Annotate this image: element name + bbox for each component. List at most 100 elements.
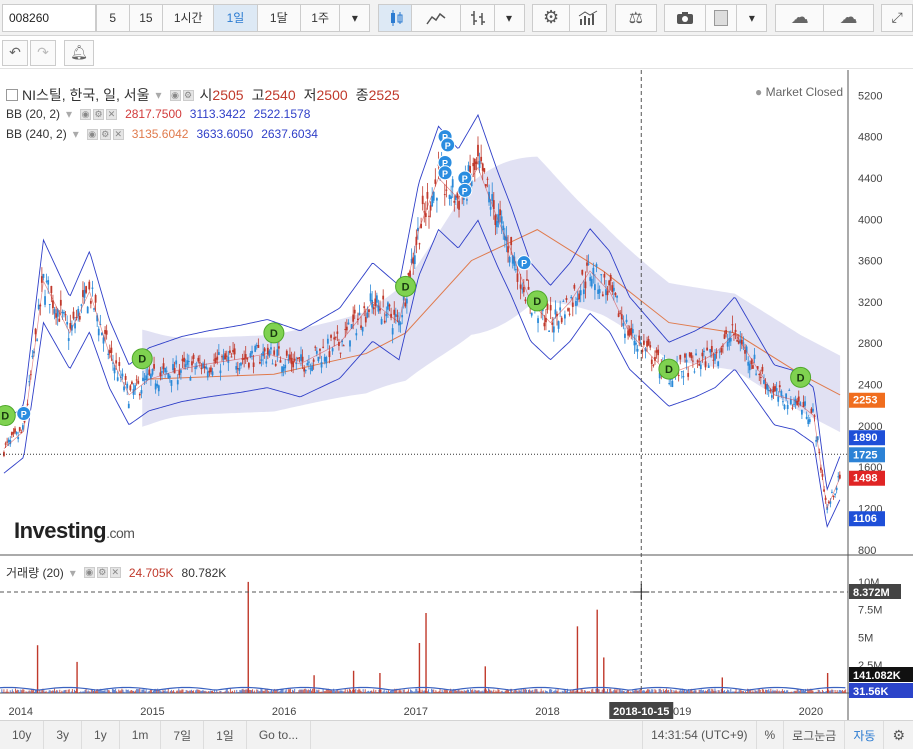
bb2-label: BB (240, 2) — [6, 127, 67, 141]
candle-body — [570, 296, 573, 299]
chart-area[interactable]: D P D D D P P P P P P P D D D 800 1200 1600 2000 2400 2800 32… — [0, 70, 913, 720]
fullscreen-button[interactable]: ⤢ — [881, 3, 913, 32]
candle-body — [643, 340, 645, 345]
indicators-button[interactable] — [569, 3, 608, 32]
bell-plus-icon: 🔔︎ — [70, 44, 88, 60]
volume-bar — [745, 691, 747, 693]
volume-value-1: 24.705K — [128, 565, 174, 580]
compare-button[interactable]: ⚖ — [615, 3, 657, 32]
chevron-down-icon[interactable]: ▾ — [70, 566, 76, 580]
candle-body — [298, 357, 301, 359]
eye-icon[interactable]: ◉ — [86, 128, 98, 140]
close-icon[interactable]: ✕ — [106, 108, 118, 120]
color-dropdown[interactable]: ▾ — [737, 3, 768, 32]
volume-bar — [128, 691, 130, 693]
chart-settings-button[interactable]: ⚙ — [883, 721, 913, 749]
chevron-down-icon[interactable]: ▾ — [66, 107, 72, 121]
volume-bar — [240, 690, 242, 693]
candle-body — [603, 273, 606, 278]
candles-button[interactable] — [378, 3, 412, 32]
candle-body — [466, 199, 468, 201]
volume-bar — [747, 688, 749, 693]
gear-icon[interactable]: ⚙ — [182, 89, 194, 101]
range-1y[interactable]: 1y — [82, 721, 120, 749]
volume-bar — [391, 690, 393, 693]
area-chart-button[interactable] — [411, 3, 461, 32]
save-layout-button[interactable]: ☁ — [824, 3, 874, 32]
candle-body — [835, 487, 838, 491]
logo-suffix: .com — [106, 525, 135, 541]
volume-bar — [529, 689, 531, 693]
color-button[interactable] — [705, 3, 738, 32]
bb1-label: BB (20, 2) — [6, 107, 61, 121]
volume-bar — [272, 691, 274, 693]
candle-body — [764, 383, 767, 389]
candle-body — [499, 209, 502, 216]
range-3y[interactable]: 3y — [44, 721, 83, 749]
range-7d[interactable]: 7일 — [161, 721, 205, 749]
chevron-down-icon[interactable]: ▾ — [156, 88, 162, 102]
volume-bar — [279, 691, 281, 693]
interval-1month[interactable]: 1달 — [257, 3, 301, 32]
candle-body — [565, 298, 568, 300]
low-label: 저 — [303, 87, 317, 103]
eye-icon[interactable]: ◉ — [83, 567, 95, 578]
volume-bar — [221, 692, 223, 693]
volume-bar — [423, 690, 425, 693]
volume-bar — [269, 691, 271, 693]
candle-body — [791, 407, 794, 409]
bars-button[interactable] — [460, 3, 495, 32]
eye-icon[interactable]: ◉ — [80, 108, 92, 120]
candle-body — [451, 179, 454, 188]
status-dot-icon: ● — [755, 85, 763, 99]
add-alert-button[interactable]: 🔔︎ — [64, 39, 94, 66]
volume-bar — [413, 691, 415, 693]
volume-bar — [131, 690, 133, 693]
screenshot-button[interactable] — [664, 3, 706, 32]
log-scale-toggle[interactable]: 로그눈금 — [783, 721, 844, 749]
volume-bar — [147, 691, 149, 693]
auto-scale-toggle[interactable]: 자동 — [844, 721, 883, 749]
collapse-icon[interactable] — [6, 89, 18, 101]
volume-bar — [236, 689, 238, 693]
redo-button[interactable]: ↷ — [30, 39, 56, 66]
volume-bar — [230, 691, 232, 693]
price-chart[interactable]: D PDDDPPPPPPPDDD8001200160020002400280032… — [0, 70, 913, 720]
volume-bar — [538, 692, 540, 693]
interval-dropdown[interactable]: ▾ — [340, 3, 371, 32]
volume-bar — [412, 691, 414, 693]
volume-bar — [50, 691, 52, 693]
interval-1week[interactable]: 1주 — [300, 3, 341, 32]
volume-bar — [149, 689, 151, 693]
chart-type-dropdown[interactable]: ▾ — [494, 3, 525, 32]
symbol-input[interactable]: 008260 — [2, 3, 96, 32]
gear-icon[interactable]: ⚙ — [93, 108, 105, 120]
settings-button[interactable]: ⚙ — [532, 3, 570, 32]
candle-body — [748, 363, 751, 371]
gear-icon[interactable]: ⚙ — [99, 128, 111, 140]
volume-bar — [119, 690, 121, 693]
candle-body — [180, 370, 182, 373]
range-10y[interactable]: 10y — [0, 721, 45, 749]
candle-body — [368, 309, 370, 313]
percent-toggle[interactable]: % — [755, 721, 784, 749]
undo-button[interactable]: ↶ — [2, 39, 28, 66]
close-icon[interactable]: ✕ — [109, 567, 121, 578]
volume-bar — [432, 689, 434, 693]
volume-bar — [716, 692, 718, 693]
volume-bar — [2, 691, 4, 693]
chevron-down-icon[interactable]: ▾ — [73, 127, 79, 141]
range-1d[interactable]: 1일 — [204, 721, 247, 749]
interval-1h[interactable]: 1시간 — [163, 3, 215, 32]
eye-icon[interactable]: ◉ — [169, 89, 181, 101]
close-icon[interactable]: ✕ — [112, 128, 124, 140]
go-to-date[interactable]: Go to... — [247, 721, 312, 749]
range-1m[interactable]: 1m — [120, 721, 162, 749]
volume-bar — [793, 691, 795, 693]
volume-bar — [479, 691, 481, 693]
interval-15[interactable]: 15 — [129, 3, 164, 32]
load-layout-button[interactable]: ☁ — [775, 3, 825, 32]
interval-5[interactable]: 5 — [95, 3, 130, 32]
gear-icon[interactable]: ⚙ — [96, 567, 108, 578]
interval-1d[interactable]: 1일 — [214, 3, 258, 32]
